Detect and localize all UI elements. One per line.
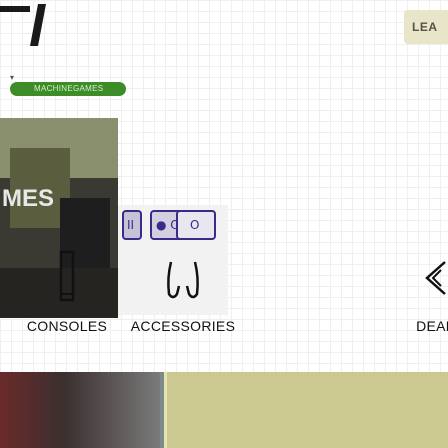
header-action-label: LEA (412, 20, 438, 34)
category-accessories[interactable]: ACCESSORIES (108, 248, 258, 334)
page: LEA ▾ MACHINEGAMES MES II ● O O CONSOLES (0, 0, 448, 448)
mini-fullscreen-label: O (190, 218, 200, 232)
header: LEA (0, 0, 448, 62)
category-label: ACCESSORIES (130, 318, 236, 334)
bottom-banner-panel[interactable] (164, 372, 448, 448)
console-icon (59, 250, 75, 302)
source-badge[interactable]: MACHINEGAMES (10, 82, 126, 96)
mini-pause-label: II (127, 218, 135, 232)
category-label: DEAL (416, 318, 448, 334)
controller-icon (167, 261, 199, 299)
mini-fullscreen-button[interactable]: O (176, 210, 216, 240)
mini-pause-button[interactable]: II (122, 210, 142, 240)
source-badge-label: MACHINEGAMES (34, 84, 104, 93)
deals-icon (425, 261, 446, 295)
category-deals[interactable]: DEAL (360, 248, 448, 334)
caret-icon: ▾ (10, 73, 15, 82)
thumbnail-overlay-text: MES (2, 185, 54, 212)
brand-logo-icon[interactable] (0, 0, 70, 60)
header-action-button[interactable]: LEA (404, 10, 448, 44)
bottom-banner-image[interactable] (0, 372, 160, 448)
